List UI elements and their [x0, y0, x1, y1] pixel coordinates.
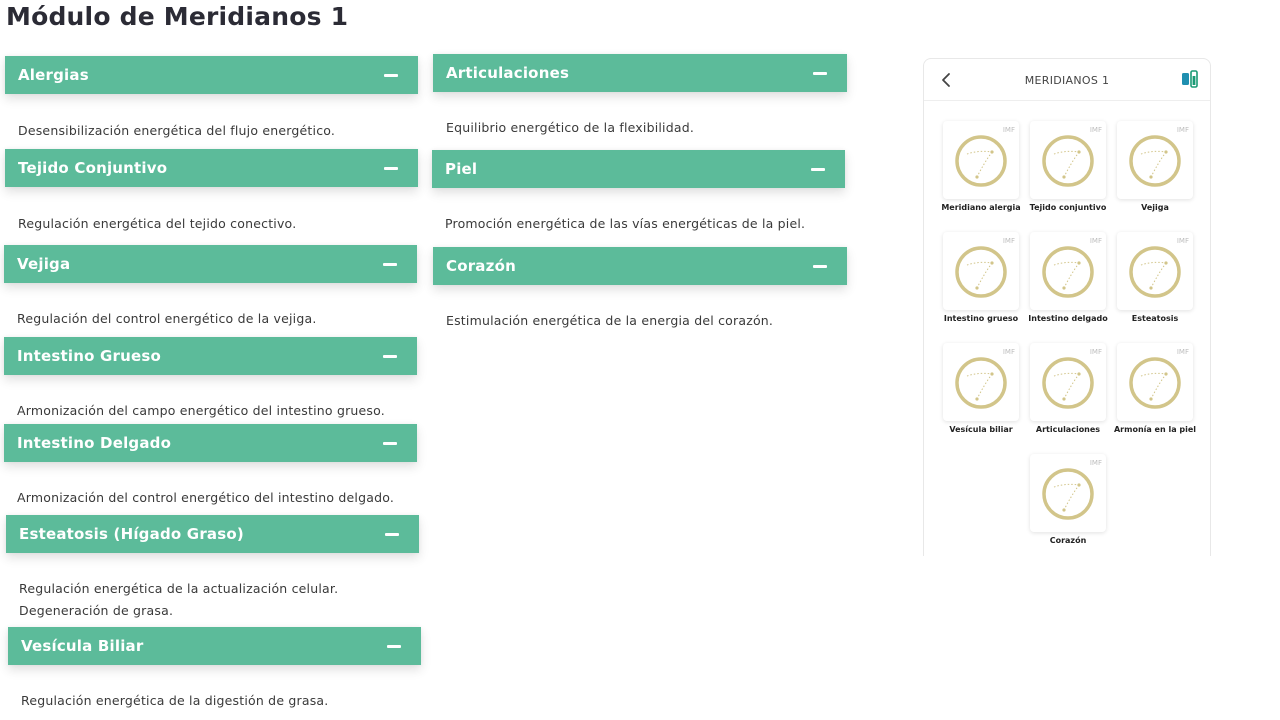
accordion-text: Regulación del control energético de la … — [17, 311, 317, 326]
accordion-title: Intestino Grueso — [17, 347, 162, 365]
accordion-header-alergias[interactable]: Alergias — [5, 56, 418, 94]
accordion-text: Armonización del campo energético del in… — [17, 403, 385, 418]
accordion-text: Regulación energética de la actualizació… — [19, 581, 339, 596]
accordion-header-vejiga[interactable]: Vejiga — [4, 245, 417, 283]
accordion-text: Degeneración de grasa. — [19, 603, 174, 618]
phone-preview: MERIDIANOS 1 IMF Meridiano alergia IMF Teji… — [923, 58, 1211, 556]
meridian-circle-icon — [1129, 246, 1181, 298]
accordion-body-articulaciones: Equilibrio energético de la flexibilidad… — [446, 117, 866, 139]
accordion-title: Alergias — [18, 66, 89, 84]
meridian-tile[interactable]: IMF — [1117, 121, 1193, 199]
accordion-text: Regulación energética de la digestión de… — [21, 693, 329, 708]
accordion-text: Equilibrio energético de la flexibilidad… — [446, 120, 695, 135]
minus-icon[interactable] — [387, 644, 401, 648]
meridian-tile[interactable]: IMF — [943, 121, 1019, 199]
minus-icon[interactable] — [384, 166, 398, 170]
page-title: Módulo de Meridianos 1 — [6, 2, 349, 31]
meridian-tile[interactable]: IMF — [1117, 343, 1193, 421]
accordion-header-intestino-delgado[interactable]: Intestino Delgado — [4, 424, 417, 462]
meridian-tile[interactable]: IMF — [1030, 232, 1106, 310]
tile-label: Meridiano alergia — [941, 203, 1021, 212]
accordion-header-tejido-conjuntivo[interactable]: Tejido Conjuntivo — [5, 149, 418, 187]
accordion-text: Regulación energética del tejido conecti… — [18, 216, 297, 231]
meridian-tile[interactable]: IMF — [1030, 454, 1106, 532]
accordion-body-vejiga: Regulación del control energético de la … — [17, 308, 437, 330]
minus-icon[interactable] — [383, 354, 397, 358]
accordion-title: Vesícula Biliar — [21, 637, 144, 655]
meridian-tile[interactable]: IMF — [1117, 232, 1193, 310]
meridian-circle-icon — [1129, 135, 1181, 187]
tile-label: Intestino delgado — [1028, 314, 1108, 323]
meridian-tile[interactable]: IMF — [943, 343, 1019, 421]
accordion-body-vesicula-biliar: Regulación energética de la digestión de… — [21, 690, 441, 712]
meridian-circle-icon — [1042, 135, 1094, 187]
accordion-body-alergias: Desensibilización energética del flujo e… — [18, 120, 438, 142]
tile-label: Armonía en la piel — [1113, 425, 1197, 434]
accordion-title: Piel — [445, 160, 478, 178]
tile-label: Vesícula biliar — [949, 425, 1013, 434]
accordion-body-tejido-conjuntivo: Regulación energética del tejido conecti… — [18, 213, 438, 235]
minus-icon[interactable] — [813, 71, 827, 75]
tile-label: Intestino grueso — [943, 314, 1019, 323]
accordion-body-piel: Promoción energética de las vías energét… — [445, 213, 865, 235]
accordion-header-esteatosis[interactable]: Esteatosis (Hígado Graso) — [6, 515, 419, 553]
accordion-title: Esteatosis (Hígado Graso) — [19, 525, 244, 543]
accordion-body-corazon: Estimulación energética de la energia de… — [446, 310, 866, 332]
minus-icon[interactable] — [811, 167, 825, 171]
device-icon[interactable] — [1180, 69, 1200, 91]
meridian-circle-icon — [1042, 246, 1094, 298]
accordion-title: Tejido Conjuntivo — [18, 159, 168, 177]
accordion-header-corazon[interactable]: Corazón — [433, 247, 847, 285]
meridian-circle-icon — [955, 246, 1007, 298]
minus-icon[interactable] — [813, 264, 827, 268]
meridian-circle-icon — [955, 357, 1007, 409]
accordion-header-intestino-grueso[interactable]: Intestino Grueso — [4, 337, 417, 375]
accordion-text: Estimulación energética de la energia de… — [446, 313, 774, 328]
accordion-title: Vejiga — [17, 255, 71, 273]
accordion-text: Armonización del control energético del … — [17, 490, 395, 505]
accordion-title: Corazón — [446, 257, 516, 275]
phone-title: MERIDIANOS 1 — [1024, 74, 1110, 87]
accordion-body-intestino-delgado: Armonización del control energético del … — [17, 487, 437, 509]
tile-label: Articulaciones — [1035, 425, 1101, 434]
accordion-text: Promoción energética de las vías energét… — [445, 216, 806, 231]
meridian-tile[interactable]: IMF — [943, 232, 1019, 310]
meridian-circle-icon — [1129, 357, 1181, 409]
accordion-header-vesicula-biliar[interactable]: Vesícula Biliar — [8, 627, 421, 665]
tile-label: Corazón — [1049, 536, 1087, 545]
accordion-header-piel[interactable]: Piel — [432, 150, 845, 188]
tile-label: Vejiga — [1141, 203, 1169, 212]
minus-icon[interactable] — [385, 532, 399, 536]
accordion-body-intestino-grueso: Armonización del campo energético del in… — [17, 400, 437, 422]
accordion-title: Articulaciones — [446, 64, 570, 82]
meridian-circle-icon — [1042, 357, 1094, 409]
minus-icon[interactable] — [384, 73, 398, 77]
meridian-tile[interactable]: IMF — [1030, 121, 1106, 199]
meridian-tile[interactable]: IMF — [1030, 343, 1106, 421]
minus-icon[interactable] — [383, 441, 397, 445]
tile-label: Esteatosis — [1131, 314, 1179, 323]
accordion-title: Intestino Delgado — [17, 434, 172, 452]
accordion-body-esteatosis: Regulación energética de la actualizació… — [19, 578, 439, 622]
tile-label: Tejido conjuntivo — [1029, 203, 1107, 212]
minus-icon[interactable] — [383, 262, 397, 266]
accordion-text: Desensibilización energética del flujo e… — [18, 123, 336, 138]
accordion-header-articulaciones[interactable]: Articulaciones — [433, 54, 847, 92]
meridian-circle-icon — [1042, 468, 1094, 520]
meridian-circle-icon — [955, 135, 1007, 187]
phone-header: MERIDIANOS 1 — [924, 59, 1210, 101]
